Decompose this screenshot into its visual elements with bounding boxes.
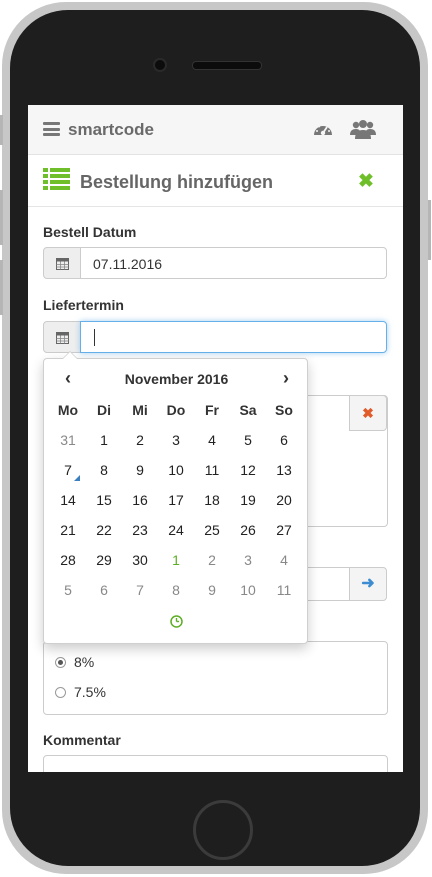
volume-up-button [0, 190, 3, 245]
datepicker-day[interactable]: 28 [50, 545, 86, 575]
datepicker-day[interactable]: 30 [122, 545, 158, 575]
datepicker-day[interactable]: 8 [158, 575, 194, 605]
datepicker-day[interactable]: 4 [194, 425, 230, 455]
vat-options-panel [43, 641, 388, 715]
weekday-header: Mi [132, 402, 148, 418]
screen: smartcode Bestellung hinzufügen ✖ Bestel… [28, 105, 403, 772]
datepicker-day[interactable]: 1 [158, 545, 194, 575]
speaker [192, 61, 262, 70]
datepicker-day[interactable]: 31 [50, 425, 86, 455]
datepicker-day[interactable]: 22 [86, 515, 122, 545]
order-date-calendar-addon[interactable] [43, 247, 81, 279]
datepicker-day[interactable]: 5 [50, 575, 86, 605]
top-navbar: smartcode [28, 105, 403, 155]
weekday-header: Mo [57, 402, 79, 418]
datepicker-day[interactable]: 3 [158, 425, 194, 455]
comment-label: Kommentar [43, 732, 121, 748]
delivery-date-label: Liefertermin [43, 297, 124, 313]
mute-switch [0, 115, 3, 145]
page-title: Bestellung hinzufügen [80, 172, 273, 192]
datepicker-day[interactable]: 21 [50, 515, 86, 545]
home-button[interactable] [193, 800, 253, 860]
weekday-header: Sa [239, 402, 257, 418]
datepicker-day[interactable]: 24 [158, 515, 194, 545]
brand-name[interactable]: smartcode [68, 120, 154, 140]
dashboard-icon[interactable] [312, 119, 334, 141]
vat-option-8[interactable]: 8% [55, 654, 94, 670]
datepicker-popup: ‹ November 2016 › Mo Di Mi Do Fr Sa So 31 1 2 3 4 5 6… [43, 351, 308, 644]
datepicker-day[interactable]: 10 [158, 455, 194, 485]
order-date-label: Bestell Datum [43, 224, 137, 240]
arrow-right-icon[interactable]: ➜ [349, 567, 387, 601]
radio-button[interactable] [55, 657, 66, 668]
weekday-header: Di [97, 402, 111, 418]
datepicker-day[interactable]: 15 [86, 485, 122, 515]
datepicker-day[interactable]: 17 [158, 485, 194, 515]
datepicker-day[interactable]: 2 [194, 545, 230, 575]
datepicker-day[interactable]: 27 [266, 515, 302, 545]
datepicker-day[interactable]: 11 [194, 455, 230, 485]
datepicker-day[interactable]: 9 [122, 455, 158, 485]
order-date-input[interactable]: 07.11.2016 [80, 247, 387, 279]
datepicker-day[interactable]: 23 [122, 515, 158, 545]
camera [153, 58, 167, 72]
calendar-icon [56, 332, 69, 344]
comment-textarea[interactable] [43, 755, 388, 772]
datepicker-day[interactable]: 14 [50, 485, 86, 515]
datepicker-day[interactable]: 8 [86, 455, 122, 485]
text-caret [94, 329, 95, 346]
datepicker-day[interactable]: 19 [230, 485, 266, 515]
order-date-value: 07.11.2016 [93, 256, 163, 272]
radio-button[interactable] [55, 687, 66, 698]
datepicker-day[interactable]: 9 [194, 575, 230, 605]
datepicker-day[interactable]: 7 [122, 575, 158, 605]
list-icon [43, 168, 70, 190]
delivery-date-calendar-addon[interactable] [43, 321, 81, 353]
calendar-icon [56, 258, 69, 270]
datepicker-day[interactable]: 13 [266, 455, 302, 485]
clock-icon[interactable] [170, 615, 183, 628]
chevron-right-icon[interactable]: › [276, 369, 296, 389]
power-button [428, 200, 431, 260]
datepicker-day[interactable]: 12 [230, 455, 266, 485]
datepicker-day[interactable]: 6 [266, 425, 302, 455]
weekday-header: Do [166, 402, 186, 418]
datepicker-month-title[interactable]: November 2016 [84, 371, 269, 387]
close-icon[interactable]: ✖ [358, 170, 374, 193]
volume-down-button [0, 260, 3, 315]
weekday-header: Fr [205, 402, 219, 418]
datepicker-day[interactable]: 18 [194, 485, 230, 515]
datepicker-day[interactable]: 20 [266, 485, 302, 515]
datepicker-day[interactable]: 2 [122, 425, 158, 455]
page-header: Bestellung hinzufügen ✖ [28, 155, 403, 207]
datepicker-day[interactable]: 4 [266, 545, 302, 575]
chevron-left-icon[interactable]: ‹ [58, 369, 78, 389]
hamburger-icon[interactable] [43, 122, 60, 136]
datepicker-day[interactable]: 26 [230, 515, 266, 545]
users-icon[interactable] [350, 118, 376, 140]
datepicker-day[interactable]: 6 [86, 575, 122, 605]
datepicker-day[interactable]: 1 [86, 425, 122, 455]
datepicker-day[interactable]: 25 [194, 515, 230, 545]
datepicker-day[interactable]: 10 [230, 575, 266, 605]
delivery-date-input[interactable] [80, 321, 387, 353]
datepicker-day[interactable]: 7 [50, 455, 86, 485]
datepicker-day[interactable]: 5 [230, 425, 266, 455]
datepicker-day[interactable]: 3 [230, 545, 266, 575]
datepicker-day[interactable]: 29 [86, 545, 122, 575]
datepicker-day[interactable]: 16 [122, 485, 158, 515]
datepicker-day[interactable]: 11 [266, 575, 302, 605]
vat-option-7-5[interactable]: 7.5% [55, 684, 106, 700]
remove-icon[interactable]: ✖ [349, 395, 387, 431]
weekday-header: So [275, 402, 293, 418]
